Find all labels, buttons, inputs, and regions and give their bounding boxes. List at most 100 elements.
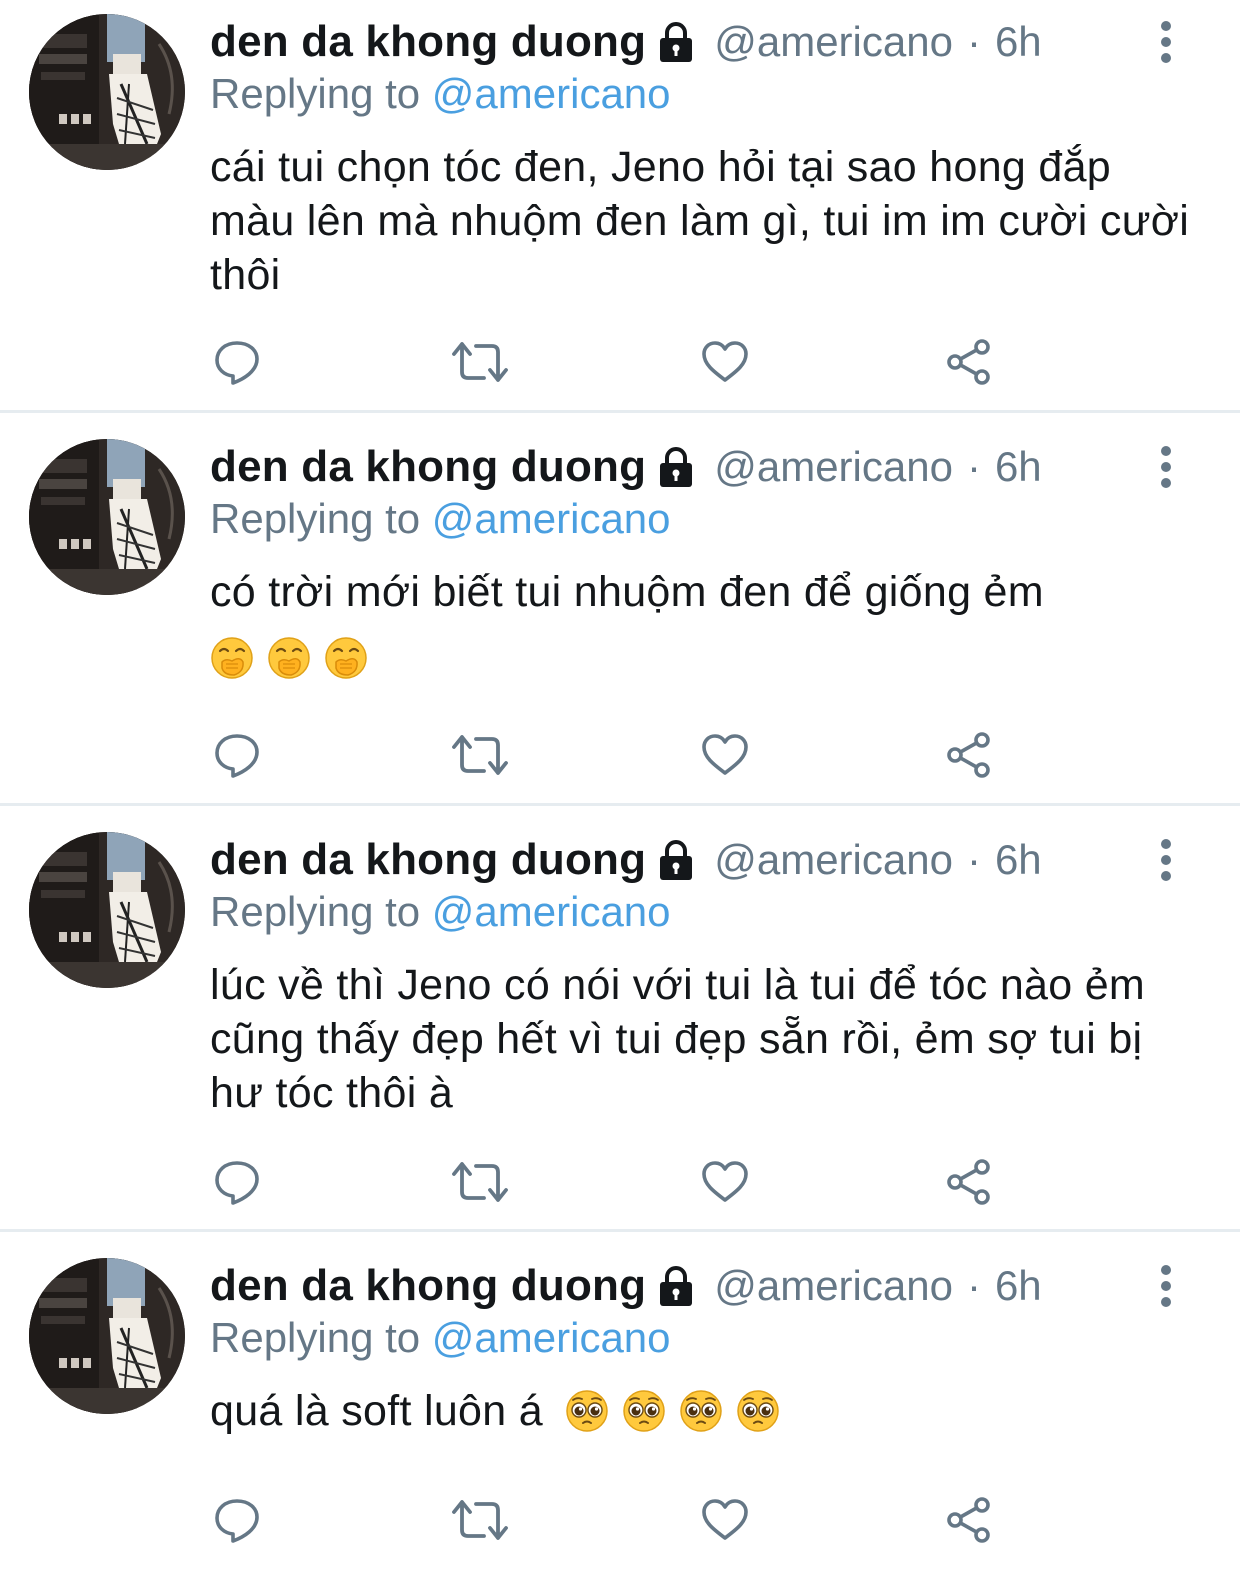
replying-to: Replying to @americano <box>210 1314 671 1362</box>
tweet-header: den da khong duong @americano · 6h <box>210 12 1042 72</box>
face-with-hand-over-mouth-icon <box>210 636 254 680</box>
heart-icon <box>701 733 749 777</box>
display-name[interactable]: den da khong duong <box>210 17 646 67</box>
face-with-hand-over-mouth-icon <box>324 636 368 680</box>
heart-icon <box>701 1498 749 1542</box>
separator: · <box>966 836 981 883</box>
reply-button[interactable] <box>209 1154 265 1210</box>
more-vertical-icon[interactable] <box>1158 445 1174 489</box>
timestamp[interactable]: 6h <box>995 18 1042 66</box>
tweet-actions <box>0 1492 1240 1552</box>
user-handle[interactable]: @americano <box>714 443 953 491</box>
mention-link[interactable]: @americano <box>432 1314 671 1361</box>
timestamp[interactable]: 6h <box>995 1262 1042 1310</box>
reply-button[interactable] <box>209 1492 265 1548</box>
avatar[interactable] <box>29 1258 185 1414</box>
replying-to: Replying to @americano <box>210 888 671 936</box>
divider <box>0 1229 1240 1232</box>
lock-icon <box>656 839 696 881</box>
heart-icon <box>701 340 749 384</box>
reply-icon <box>213 1496 261 1544</box>
tweet-body: có trời mới biết tui nhuộm đen để giống … <box>210 568 1044 616</box>
pleading-face-icon <box>736 1389 780 1433</box>
like-button[interactable] <box>697 727 753 783</box>
share-icon <box>945 731 993 779</box>
face-with-hand-over-mouth-icon <box>267 636 311 680</box>
lock-icon <box>656 21 696 63</box>
tweet[interactable]: den da khong duong @americano · 6h Reply… <box>0 1244 1240 1569</box>
tweet-actions <box>0 727 1240 787</box>
tweet[interactable]: den da khong duong @americano · 6h Reply… <box>0 425 1240 805</box>
retweet-icon <box>452 731 508 779</box>
mention-link[interactable]: @americano <box>432 70 671 117</box>
more-vertical-icon[interactable] <box>1158 20 1174 64</box>
like-button[interactable] <box>697 334 753 390</box>
replying-label: Replying to <box>210 70 421 117</box>
mention-link[interactable]: @americano <box>432 495 671 542</box>
user-handle[interactable]: @americano <box>714 18 953 66</box>
pleading-face-icon <box>679 1389 723 1433</box>
retweet-button[interactable] <box>452 727 508 783</box>
tweet-actions <box>0 1154 1240 1214</box>
tweet-text: quá là soft luôn á <box>210 1384 1200 1438</box>
lock-icon <box>656 446 696 488</box>
share-button[interactable] <box>941 727 997 783</box>
timestamp[interactable]: 6h <box>995 836 1042 884</box>
share-button[interactable] <box>941 1154 997 1210</box>
mention-link[interactable]: @americano <box>432 888 671 935</box>
tweet-body: quá là soft luôn á <box>210 1387 543 1435</box>
pleading-face-icon <box>565 1389 609 1433</box>
avatar[interactable] <box>29 832 185 988</box>
lock-icon <box>656 1265 696 1307</box>
retweet-icon <box>452 1496 508 1544</box>
divider <box>0 410 1240 413</box>
share-icon <box>945 338 993 386</box>
tweet-text: cái tui chọn tóc đen, Jeno hỏi tại sao h… <box>210 140 1200 302</box>
share-icon <box>945 1158 993 1206</box>
separator: · <box>966 1262 981 1309</box>
display-name[interactable]: den da khong duong <box>210 1261 646 1311</box>
retweet-button[interactable] <box>452 1154 508 1210</box>
tweet[interactable]: den da khong duong @americano · 6h Reply… <box>0 818 1240 1230</box>
retweet-icon <box>452 1158 508 1206</box>
like-button[interactable] <box>697 1492 753 1548</box>
emoji-row <box>210 631 1200 685</box>
emoji-row <box>565 1387 793 1435</box>
tweet-body: cái tui chọn tóc đen, Jeno hỏi tại sao h… <box>210 143 1190 299</box>
more-vertical-icon[interactable] <box>1158 838 1174 882</box>
more-vertical-icon[interactable] <box>1158 1264 1174 1308</box>
display-name[interactable]: den da khong duong <box>210 442 646 492</box>
retweet-icon <box>452 338 508 386</box>
replying-to: Replying to @americano <box>210 495 671 543</box>
replying-to: Replying to @americano <box>210 70 671 118</box>
pleading-face-icon <box>622 1389 666 1433</box>
user-handle[interactable]: @americano <box>714 836 953 884</box>
tweet-text: lúc về thì Jeno có nói với tui là tui để… <box>210 958 1200 1120</box>
retweet-button[interactable] <box>452 1492 508 1548</box>
timestamp[interactable]: 6h <box>995 443 1042 491</box>
divider <box>0 803 1240 806</box>
avatar[interactable] <box>29 14 185 170</box>
display-name[interactable]: den da khong duong <box>210 835 646 885</box>
share-button[interactable] <box>941 334 997 390</box>
avatar[interactable] <box>29 439 185 595</box>
reply-icon <box>213 338 261 386</box>
tweet-header: den da khong duong @americano · 6h <box>210 437 1042 497</box>
tweet[interactable]: den da khong duong @americano · 6h Reply… <box>0 0 1240 412</box>
tweet-body: lúc về thì Jeno có nói với tui là tui để… <box>210 961 1146 1117</box>
reply-icon <box>213 731 261 779</box>
reply-icon <box>213 1158 261 1206</box>
tweet-text: có trời mới biết tui nhuộm đen để giống … <box>210 565 1200 685</box>
share-icon <box>945 1496 993 1544</box>
reply-button[interactable] <box>209 334 265 390</box>
replying-label: Replying to <box>210 888 421 935</box>
tweet-header: den da khong duong @americano · 6h <box>210 830 1042 890</box>
user-handle[interactable]: @americano <box>714 1262 953 1310</box>
like-button[interactable] <box>697 1154 753 1210</box>
heart-icon <box>701 1160 749 1204</box>
tweet-actions <box>0 334 1240 394</box>
reply-button[interactable] <box>209 727 265 783</box>
retweet-button[interactable] <box>452 334 508 390</box>
share-button[interactable] <box>941 1492 997 1548</box>
separator: · <box>966 443 981 490</box>
